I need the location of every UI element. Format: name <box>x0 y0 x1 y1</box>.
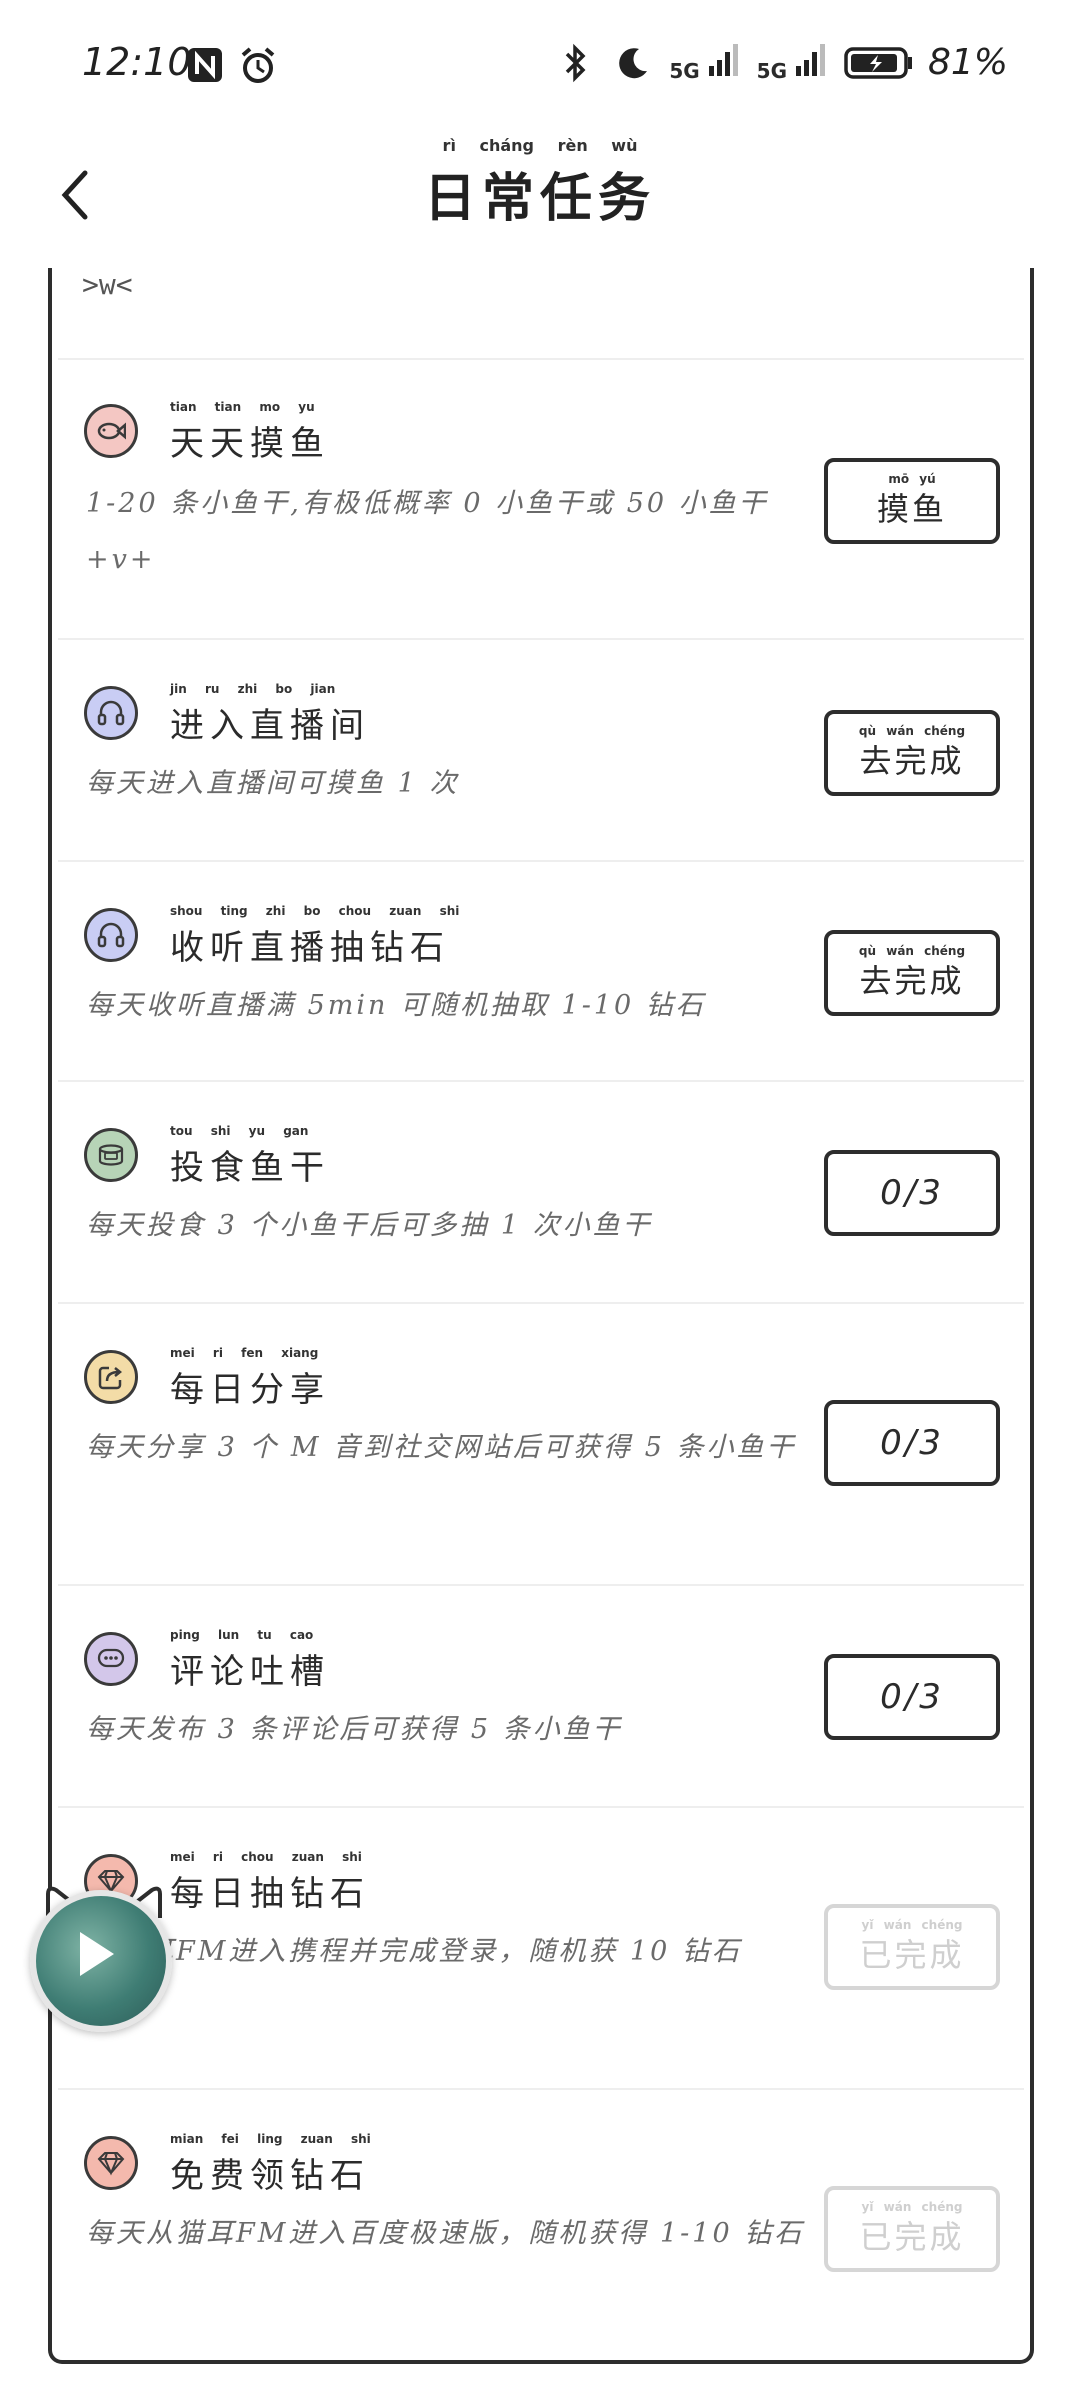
signal-1-label: 5G <box>669 59 700 83</box>
button-label: 去完成 <box>859 962 965 1000</box>
button-label: 摸鱼 <box>876 490 947 528</box>
task-title-pinyin: ping lun tu cao <box>170 1628 314 1642</box>
task-description: 从猫耳FM进入携程并完成登录，随机获 10 钻石 <box>86 1936 742 1967</box>
fish-icon <box>84 404 138 458</box>
progress-count: 0/3 <box>880 1423 944 1463</box>
progress-count: 0/3 <box>880 1173 944 1213</box>
task-title: 天天摸鱼 <box>170 424 330 464</box>
nav-bar: rì cháng rèn wù 日常任务 <box>0 130 1080 260</box>
can-icon <box>84 1128 138 1182</box>
task-title: 每日抽钻石 <box>170 1874 370 1914</box>
status-time: 12:10 <box>82 40 192 84</box>
signal-2-label: 5G <box>756 59 788 83</box>
task-item-share: mei ri fen xiang 每日分享 每天分享 3 个 M 音到社交网站后… <box>58 1304 1024 1586</box>
task-description: 每天投食 3 个小鱼干后可多抽 1 次小鱼干 <box>86 1210 653 1241</box>
task-title: 投食鱼干 <box>170 1148 330 1188</box>
alarm-icon <box>238 46 278 86</box>
battery-icon <box>844 43 914 83</box>
task-title: 收听直播抽钻石 <box>170 928 450 968</box>
task-title-pinyin: jin ru zhi bo jian <box>170 682 336 696</box>
status-right: 5G 5G 81% <box>561 42 1008 83</box>
task-item-feed: tou shi yu gan 投食鱼干 每天投食 3 个小鱼干后可多抽 1 次小… <box>58 1082 1024 1304</box>
status-left-icons <box>186 46 278 86</box>
signal-2: 5G <box>757 42 830 83</box>
floating-player[interactable] <box>30 1880 180 2032</box>
task-description: 1-20 条小鱼干,有极低概率 0 小鱼干或 50 小鱼干 +v+ <box>86 488 769 575</box>
task-description: 每天进入直播间可摸鱼 1 次 <box>86 768 460 799</box>
progress-count: 0/3 <box>880 1677 944 1717</box>
signal-1: 5G <box>669 42 742 83</box>
moon-icon <box>615 43 655 83</box>
task-title: 每日分享 <box>170 1370 330 1410</box>
task-description: 每天分享 3 个 M 音到社交网站后可获得 5 条小鱼干 <box>86 1432 797 1463</box>
task-title-pinyin: shou ting zhi bo chou zuan shi <box>170 904 460 918</box>
task-title-pinyin: tou shi yu gan <box>170 1124 309 1138</box>
task-item-enter-live: jin ru zhi bo jian 进入直播间 每天进入直播间可摸鱼 1 次 … <box>58 640 1024 862</box>
page-title: 日常任务 <box>423 168 656 229</box>
play-icon[interactable] <box>80 1932 114 1976</box>
status-bar: 12:10 5G 5G 81% <box>0 0 1080 130</box>
task-panel: >w< tian tian mo yu 天天摸鱼 1-20 条小鱼干,有极低概率… <box>48 268 1034 2364</box>
task-item-moyu: tian tian mo yu 天天摸鱼 1-20 条小鱼干,有极低概率 0 小… <box>58 358 1024 640</box>
button-label: 已完成 <box>859 1936 965 1974</box>
task-description: 每天收听直播满 5min 可随机抽取 1-10 钻石 <box>86 990 706 1021</box>
bluetooth-icon <box>561 43 601 83</box>
task-description: 每天发布 3 条评论后可获得 5 条小鱼干 <box>86 1714 623 1745</box>
go-complete-button[interactable]: qù wán chéng 去完成 <box>824 930 1000 1016</box>
headphones-icon <box>84 908 138 962</box>
signal-bars-icon <box>795 44 825 76</box>
progress-button[interactable]: 0/3 <box>824 1150 1000 1236</box>
progress-button[interactable]: 0/3 <box>824 1654 1000 1740</box>
signal-bars-icon <box>708 44 738 76</box>
nfc-icon <box>186 46 226 86</box>
task-title-pinyin: mian fei ling zuan shi <box>170 2132 371 2146</box>
task-title-pinyin: tian tian mo yu <box>170 400 315 414</box>
task-item-listen-live: shou ting zhi bo chou zuan shi 收听直播抽钻石 每… <box>58 862 1024 1082</box>
task-title: 进入直播间 <box>170 706 370 746</box>
diamond-icon <box>84 2136 138 2190</box>
previous-item-fragment: >w< <box>82 268 133 301</box>
task-title-pinyin: mei ri fen xiang <box>170 1346 319 1360</box>
task-title-pinyin: mei ri chou zuan shi <box>170 1850 362 1864</box>
completed-button: yǐ wán chéng 已完成 <box>824 2186 1000 2272</box>
battery-percent: 81% <box>927 42 1008 83</box>
task-item-daily-diamond: mei ri chou zuan shi 每日抽钻石 从猫耳FM进入携程并完成登… <box>58 1808 1024 2090</box>
task-title: 免费领钻石 <box>170 2156 370 2196</box>
button-label: 去完成 <box>859 742 965 780</box>
completed-button: yǐ wán chéng 已完成 <box>824 1904 1000 1990</box>
button-label: 已完成 <box>859 2218 965 2256</box>
go-complete-button[interactable]: qù wán chéng 去完成 <box>824 710 1000 796</box>
task-title: 评论吐槽 <box>170 1652 330 1692</box>
comment-icon <box>84 1632 138 1686</box>
progress-button[interactable]: 0/3 <box>824 1400 1000 1486</box>
headphones-icon <box>84 686 138 740</box>
moyu-button[interactable]: mō yú 摸鱼 <box>824 458 1000 544</box>
task-item-free-diamond: mian fei ling zuan shi 免费领钻石 每天从猫耳FM进入百度… <box>58 2090 1024 2360</box>
task-description: 每天从猫耳FM进入百度极速版，随机获得 1-10 钻石 <box>86 2218 805 2249</box>
share-icon <box>84 1350 138 1404</box>
page-title-pinyin: rì cháng rèn wù <box>442 136 638 155</box>
task-item-comment: ping lun tu cao 评论吐槽 每天发布 3 条评论后可获得 5 条小… <box>58 1586 1024 1808</box>
